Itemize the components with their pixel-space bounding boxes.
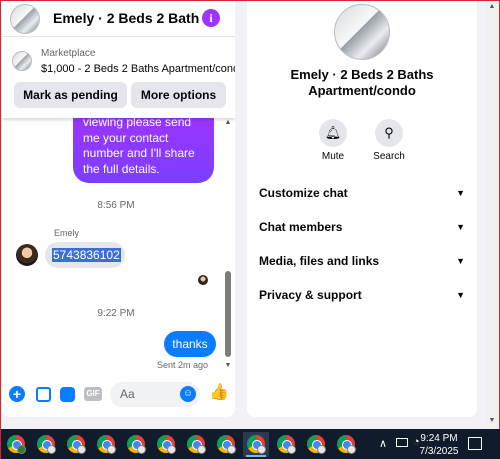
chrome-icon[interactable] xyxy=(213,432,239,457)
chrome-icon[interactable] xyxy=(333,432,359,457)
emoji-icon[interactable]: ☺ xyxy=(180,386,196,402)
section-label: Chat members xyxy=(259,220,343,234)
seen-indicator-avatar xyxy=(198,275,208,285)
chrome-icon[interactable] xyxy=(33,432,59,457)
timestamp: 9:22 PM xyxy=(97,308,135,319)
section-label: Privacy & support xyxy=(259,288,362,302)
scroll-down-arrow-icon[interactable]: ▼ xyxy=(223,362,233,371)
outgoing-message[interactable]: thanks xyxy=(164,331,216,357)
sender-name: Emely xyxy=(54,228,80,238)
mute-label[interactable]: Mute xyxy=(308,151,358,162)
chat-scrollbar-thumb[interactable] xyxy=(225,271,231,357)
notification-icon[interactable] xyxy=(468,437,482,450)
chrome-profile-icon[interactable] xyxy=(3,432,29,457)
scroll-up-arrow-icon[interactable]: ▲ xyxy=(223,119,233,128)
sticker-icon[interactable] xyxy=(60,387,75,402)
incoming-message[interactable]: 5743836102 xyxy=(45,242,125,268)
section-label: Media, files and links xyxy=(259,254,380,268)
listing-avatar[interactable] xyxy=(10,4,40,34)
chat-title[interactable]: Emely · 2 Beds 2 Bath xyxy=(53,10,203,26)
chrome-icon[interactable] xyxy=(303,432,329,457)
timestamp: 8:56 PM xyxy=(97,200,135,211)
chevron-down-icon: ▼ xyxy=(456,256,465,266)
plus-icon[interactable]: + xyxy=(9,386,25,402)
scroll-up-arrow-icon[interactable]: ▲ xyxy=(486,1,498,13)
clock-time[interactable]: 9:24 PM xyxy=(419,433,459,444)
chevron-down-icon: ▼ xyxy=(456,222,465,232)
chat-members-row[interactable]: Chat members ▼ xyxy=(259,217,467,237)
marketplace-card: Marketplace $1,000 - 2 Beds 2 Baths Apar… xyxy=(2,38,235,118)
tray-chevron-up-icon[interactable]: ∧ xyxy=(379,437,387,450)
chrome-icon[interactable] xyxy=(93,432,119,457)
media-files-links-row[interactable]: Media, files and links ▼ xyxy=(259,251,467,271)
thumbs-up-icon[interactable]: 👍 xyxy=(209,385,229,401)
chevron-down-icon: ▼ xyxy=(456,188,465,198)
bell-icon[interactable]: 🔔︎ xyxy=(319,119,347,147)
marketplace-label: Marketplace xyxy=(41,48,96,59)
conversation-name: Emely · 2 Beds 2 Baths Apartment/condo xyxy=(290,67,434,98)
chrome-icon[interactable] xyxy=(273,432,299,457)
chrome-icon[interactable] xyxy=(183,432,209,457)
search-icon[interactable]: ⚲ xyxy=(375,119,403,147)
selected-phone-number[interactable]: 5743836102 xyxy=(52,248,121,262)
chevron-down-icon: ▼ xyxy=(456,290,465,300)
info-icon[interactable]: i xyxy=(202,9,220,27)
listing-thumbnail xyxy=(12,51,32,71)
sender-avatar[interactable] xyxy=(16,244,38,266)
privacy-support-row[interactable]: Privacy & support ▼ xyxy=(259,285,467,305)
clock-date[interactable]: 7/3/2025 xyxy=(419,446,459,457)
search-label[interactable]: Search xyxy=(364,151,414,162)
display-icon[interactable] xyxy=(396,438,408,447)
more-options-button[interactable]: More options xyxy=(131,82,226,108)
chrome-icon[interactable] xyxy=(123,432,149,457)
gallery-icon[interactable] xyxy=(36,387,51,402)
customize-chat-row[interactable]: Customize chat ▼ xyxy=(259,183,467,203)
section-label: Customize chat xyxy=(259,186,348,200)
scroll-down-arrow-icon[interactable]: ▼ xyxy=(486,415,498,427)
mark-as-pending-button[interactable]: Mark as pending xyxy=(14,82,127,108)
chrome-icon[interactable] xyxy=(153,432,179,457)
message-composer: + GIF Aa ☺ 👍 xyxy=(2,379,235,409)
conversation-info-panel: Emely · 2 Beds 2 Baths Apartment/condo 🔔… xyxy=(247,1,477,417)
outgoing-message[interactable]: viewing please send me your contact numb… xyxy=(73,109,214,183)
window-scrollbar[interactable] xyxy=(486,1,498,428)
listing-avatar-large xyxy=(334,4,390,60)
listing-title[interactable]: $1,000 - 2 Beds 2 Baths Apartment/condo xyxy=(41,63,235,75)
chat-panel: Emely · 2 Beds 2 Bath i Marketplace $1,0… xyxy=(2,1,235,417)
chat-header: Emely · 2 Beds 2 Bath i xyxy=(2,1,235,37)
chrome-icon[interactable] xyxy=(63,432,89,457)
chrome-icon[interactable] xyxy=(243,432,269,457)
gif-icon[interactable]: GIF xyxy=(84,387,102,401)
sent-status: Sent 2m ago xyxy=(157,360,209,370)
